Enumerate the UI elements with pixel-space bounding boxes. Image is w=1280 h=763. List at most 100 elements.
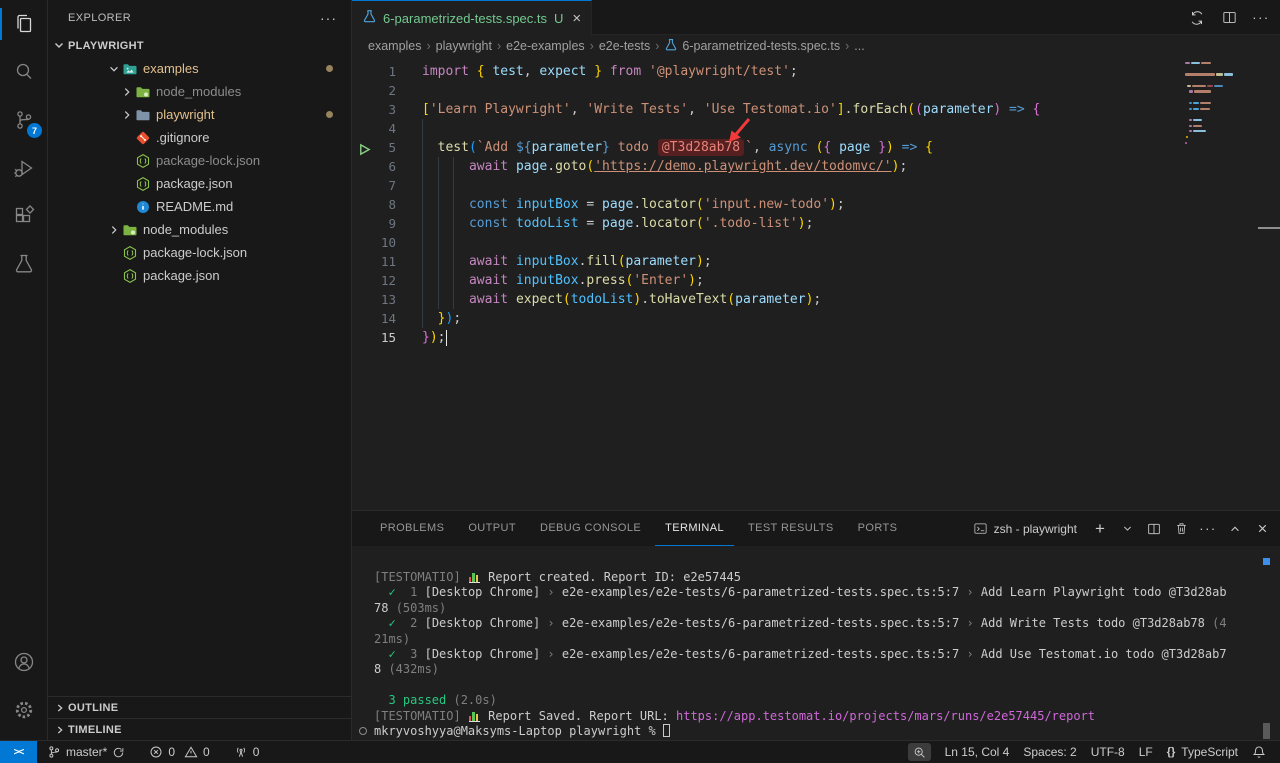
panel-tab-ports[interactable]: PORTS <box>848 511 908 546</box>
kill-terminal-icon[interactable] <box>1171 519 1191 539</box>
code-area[interactable]: 1import { test, expect } from '@playwrig… <box>352 57 1280 347</box>
code-line-4[interactable]: 4 <box>352 119 1280 138</box>
panel-tab-terminal[interactable]: TERMINAL <box>655 511 734 546</box>
beaker-icon <box>664 38 678 55</box>
tree-item-examples[interactable]: examples <box>48 57 351 80</box>
tree-item-package-json[interactable]: package.json <box>48 264 351 287</box>
split-editor-icon[interactable] <box>1218 7 1240 29</box>
indentation[interactable]: Spaces: 2 <box>1017 741 1082 763</box>
json-icon <box>135 153 151 169</box>
code-line-1[interactable]: 1import { test, expect } from '@playwrig… <box>352 62 1280 81</box>
explorer-more-actions-icon[interactable]: ··· <box>320 10 337 26</box>
panel-tab-output[interactable]: OUTPUT <box>458 511 526 546</box>
terminal-line: 8 (432ms) <box>374 662 1280 677</box>
toggle-changes-icon[interactable] <box>1186 7 1208 29</box>
terminal-dropdown-icon[interactable] <box>1117 519 1137 539</box>
code-line-2[interactable]: 2 <box>352 81 1280 100</box>
problems-indicator[interactable]: 0 0 <box>143 741 215 763</box>
code-line-7[interactable]: 7 <box>352 176 1280 195</box>
code-text: const todoList = page.locator('.todo-lis… <box>422 216 813 231</box>
source-control-icon[interactable]: 7 <box>0 96 48 144</box>
accounts-icon[interactable] <box>0 638 48 686</box>
encoding[interactable]: UTF-8 <box>1085 741 1131 763</box>
code-line-11[interactable]: 11 await inputBox.fill(parameter); <box>352 252 1280 271</box>
tree-root-playwright[interactable]: PLAYWRIGHT <box>48 35 351 57</box>
eol[interactable]: LF <box>1133 741 1159 763</box>
line-number: 11 <box>352 254 422 269</box>
cursor-position[interactable]: Ln 15, Col 4 <box>939 741 1016 763</box>
tree-item-node-modules[interactable]: node_modules <box>48 218 351 241</box>
more-actions-icon[interactable]: ··· <box>1250 7 1272 29</box>
terminal-scrollbar[interactable] <box>1263 723 1270 739</box>
split-terminal-icon[interactable] <box>1144 519 1164 539</box>
tree-item-node-modules[interactable]: node_modules <box>48 80 351 103</box>
code-line-13[interactable]: 13 await expect(todoList).toHaveText(par… <box>352 290 1280 309</box>
indent-guide <box>453 157 454 176</box>
run-debug-icon[interactable] <box>0 144 48 192</box>
code-text: ['Learn Playwright', 'Write Tests', 'Use… <box>422 102 1040 117</box>
command-decoration-icon <box>359 727 367 735</box>
code-line-14[interactable]: 14 }); <box>352 309 1280 328</box>
breadcrumb-item[interactable]: playwright <box>436 39 492 53</box>
maximize-panel-icon[interactable] <box>1225 519 1245 539</box>
code-line-12[interactable]: 12 await inputBox.press('Enter'); <box>352 271 1280 290</box>
branch-indicator[interactable]: master* <box>41 741 131 763</box>
sidebar-sections: OUTLINE TIMELINE <box>48 696 351 740</box>
close-icon[interactable]: × <box>572 11 581 26</box>
panel-tab-problems[interactable]: PROBLEMS <box>370 511 454 546</box>
code-line-5[interactable]: 5 test(`Add ${parameter} todo @T3d28ab78… <box>352 138 1280 157</box>
breadcrumb-item[interactable]: examples <box>368 39 422 53</box>
json-icon <box>122 268 138 284</box>
indent-guide <box>422 138 423 157</box>
breadcrumb-item[interactable]: e2e-examples <box>506 39 585 53</box>
remote-indicator[interactable]: >< <box>0 741 37 763</box>
explorer-icon[interactable] <box>0 0 48 48</box>
bottom-panel: PROBLEMSOUTPUTDEBUG CONSOLETERMINALTEST … <box>352 510 1280 740</box>
code-line-10[interactable]: 10 <box>352 233 1280 252</box>
search-icon[interactable] <box>0 48 48 96</box>
tree-item-playwright[interactable]: playwright <box>48 103 351 126</box>
notifications-bell-icon[interactable] <box>1246 741 1272 763</box>
indent-guide <box>422 119 423 138</box>
new-terminal-icon[interactable]: + <box>1090 519 1110 539</box>
code-line-3[interactable]: 3['Learn Playwright', 'Write Tests', 'Us… <box>352 100 1280 119</box>
breadcrumb-overflow[interactable]: ... <box>854 39 864 53</box>
tree-item--gitignore[interactable]: .gitignore <box>48 126 351 149</box>
sync-icon <box>112 746 125 759</box>
language-mode[interactable]: {} TypeScript <box>1161 741 1244 763</box>
minimap[interactable] <box>1185 62 1257 147</box>
panel-tab-debug-console[interactable]: DEBUG CONSOLE <box>530 511 651 546</box>
beaker-icon <box>362 9 377 27</box>
indent-guide <box>453 271 454 290</box>
panel-more-actions-icon[interactable]: ··· <box>1198 519 1218 539</box>
forwarded-ports-indicator[interactable]: 0 <box>228 741 266 763</box>
terminal-output[interactable]: [TESTOMATIO] Report created. Report ID: … <box>352 546 1280 739</box>
tree-item-label: node_modules <box>156 84 241 99</box>
extensions-icon[interactable] <box>0 192 48 240</box>
code-text: }); <box>422 330 445 345</box>
status-bar: >< master* 0 0 0 Ln 15, Col 4 Spaces <box>0 740 1280 763</box>
code-line-8[interactable]: 8 const inputBox = page.locator('input.n… <box>352 195 1280 214</box>
code-line-15[interactable]: 15}); <box>352 328 1280 347</box>
breadcrumb-item[interactable]: e2e-tests <box>599 39 650 53</box>
editor-group: 6-parametrized-tests.spec.ts U × ··· exa… <box>352 0 1280 740</box>
explorer-title: EXPLORER <box>68 12 131 24</box>
terminal-session[interactable]: zsh - playwright <box>973 521 1077 536</box>
breadcrumb-file[interactable]: 6-parametrized-tests.spec.ts <box>664 38 840 55</box>
timeline-section[interactable]: TIMELINE <box>48 718 351 740</box>
code-line-9[interactable]: 9 const todoList = page.locator('.todo-l… <box>352 214 1280 233</box>
tree-item-package-json[interactable]: package.json <box>48 172 351 195</box>
tree-item-package-lock-json[interactable]: package-lock.json <box>48 149 351 172</box>
panel-tab-test-results[interactable]: TEST RESULTS <box>738 511 844 546</box>
settings-gear-icon[interactable] <box>0 686 48 734</box>
outline-section[interactable]: OUTLINE <box>48 696 351 718</box>
folder-node <box>135 84 151 100</box>
tab-spec-file[interactable]: 6-parametrized-tests.spec.ts U × <box>352 0 592 35</box>
code-line-6[interactable]: 6 await page.goto('https://demo.playwrig… <box>352 157 1280 176</box>
testing-icon[interactable] <box>0 240 48 288</box>
text-cursor <box>446 330 448 346</box>
zoom-indicator[interactable] <box>908 743 931 761</box>
tree-item-readme-md[interactable]: README.md <box>48 195 351 218</box>
close-panel-icon[interactable] <box>1252 519 1272 539</box>
tree-item-package-lock-json[interactable]: package-lock.json <box>48 241 351 264</box>
